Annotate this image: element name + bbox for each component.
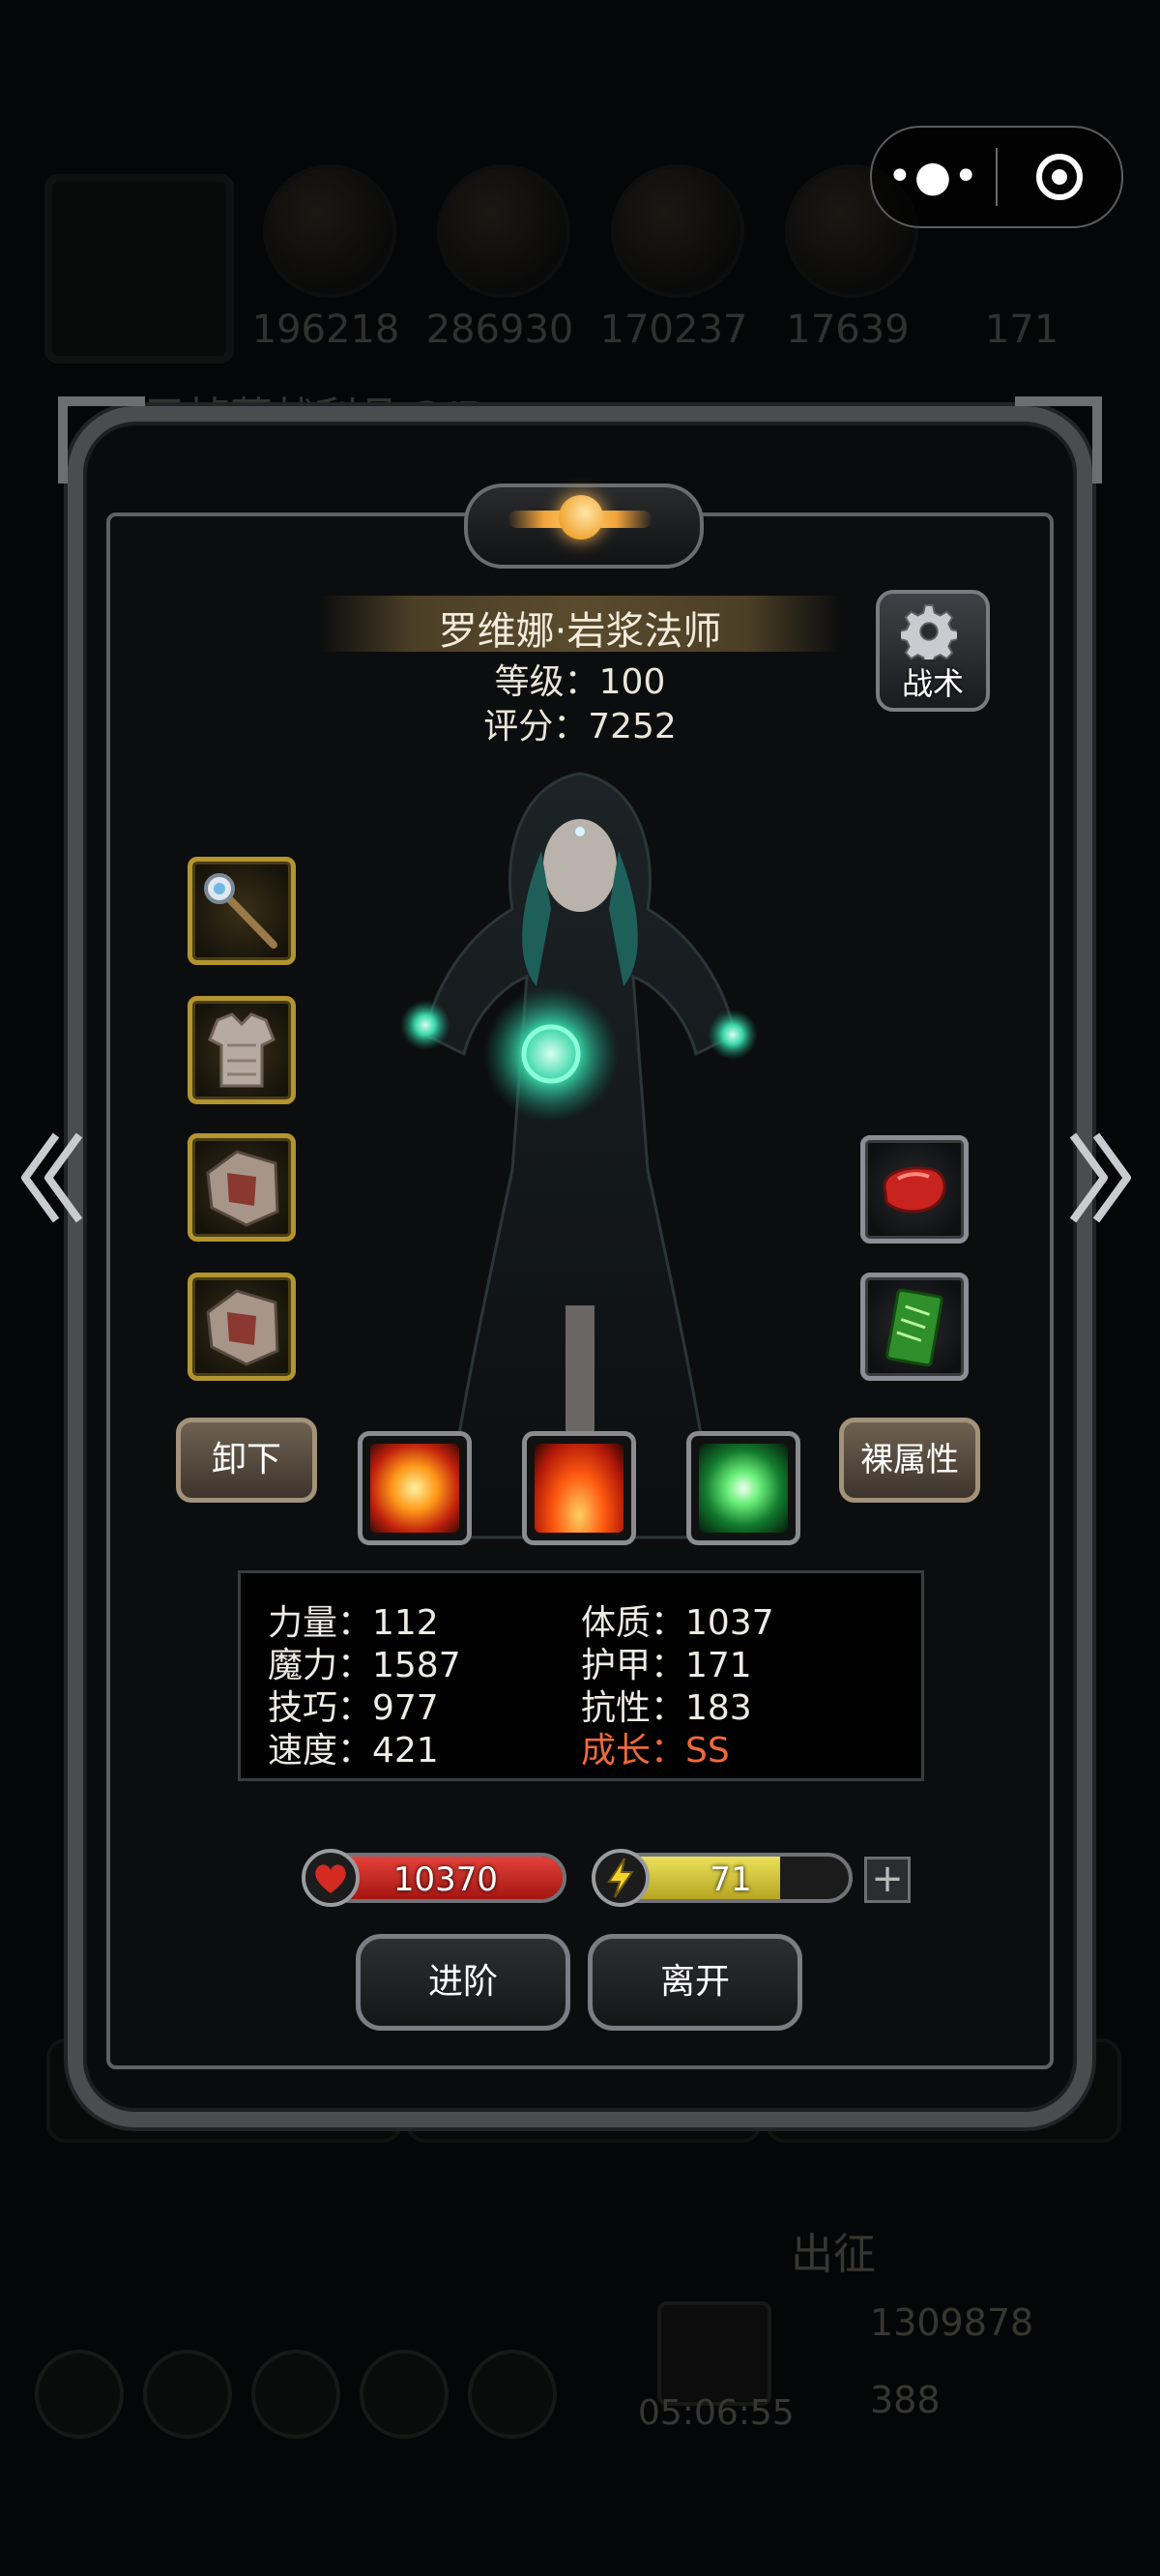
tactics-button[interactable]: 战术 <box>876 590 990 712</box>
skill-slot-2[interactable] <box>522 1431 636 1545</box>
bg-menu-icon <box>468 2350 557 2439</box>
equip-slot-shoulder-right[interactable] <box>188 1273 296 1381</box>
bg-timer: 05:06:55 <box>638 2393 795 2433</box>
bg-gem-value: 388 <box>870 2379 941 2421</box>
stat-growth: 成长：SS <box>581 1731 730 1771</box>
heart-icon <box>302 1849 360 1907</box>
red-gem-icon <box>883 1166 946 1214</box>
green-tablet-icon <box>885 1288 943 1367</box>
hero-score: 评分：7252 <box>483 707 677 746</box>
equip-slot-shoulder-left[interactable] <box>188 1133 296 1242</box>
hp-value: 10370 <box>392 1860 499 1899</box>
bg-menu-icon <box>35 2350 124 2439</box>
hero-level: 等级：100 <box>494 662 666 702</box>
bg-gold-value: 1309878 <box>870 2301 1034 2344</box>
tactics-label: 战术 <box>901 665 964 702</box>
stat-speed: 速度：421 <box>268 1731 439 1771</box>
leave-button[interactable]: 离开 <box>588 1934 802 2031</box>
unequip-button[interactable]: 卸下 <box>176 1418 317 1503</box>
stats-panel: 力量：112 魔力：1587 技巧：977 速度：421 体质：1037 护甲：… <box>238 1570 924 1781</box>
hero-name: 罗维娜·岩浆法师 <box>438 609 722 654</box>
bg-resource-icon <box>437 164 570 298</box>
green-energy-icon <box>699 1444 788 1533</box>
more-dots-icon[interactable]: •●• <box>872 156 996 198</box>
target-circle-icon <box>1036 154 1083 200</box>
frame-ornament <box>1015 396 1102 483</box>
bg-resource-value: 286930 <box>425 307 574 352</box>
bg-avatar <box>44 174 234 364</box>
bg-resource-value: 171 <box>984 307 1059 352</box>
bg-resource-value: 17639 <box>786 307 910 352</box>
advance-button[interactable]: 进阶 <box>356 1934 570 2031</box>
fire-burst-icon <box>370 1444 459 1533</box>
add-energy-button[interactable]: + <box>864 1857 911 1903</box>
bg-deploy-label: 出征 <box>791 2230 876 2279</box>
miniprogram-capsule: •●• <box>870 126 1123 228</box>
close-miniprogram-button[interactable] <box>998 154 1121 200</box>
bg-resource-value: 196218 <box>251 307 400 352</box>
bg-menu-icon <box>360 2350 449 2439</box>
next-hero-arrow-icon[interactable] <box>1067 1129 1135 1226</box>
equip-slot-gem[interactable] <box>860 1135 969 1244</box>
gear-icon <box>901 603 957 659</box>
staff-icon <box>204 873 277 949</box>
base-attributes-button[interactable]: 裸属性 <box>839 1418 980 1503</box>
bg-resource-icon <box>611 164 744 298</box>
bg-menu-icon <box>143 2350 232 2439</box>
equip-slot-tablet[interactable] <box>860 1273 969 1381</box>
frame-ornament <box>58 396 145 483</box>
lightning-icon <box>592 1849 650 1907</box>
bg-resource-value: 170237 <box>599 307 748 352</box>
hp-bar: 10370 <box>325 1853 566 1903</box>
shoulder-armor-icon <box>206 1289 279 1366</box>
equip-slot-weapon[interactable] <box>188 857 296 965</box>
chest-armor-icon <box>208 1012 276 1088</box>
bg-menu-icon <box>251 2350 340 2439</box>
equip-slot-armor[interactable] <box>188 996 296 1104</box>
bg-resource-icon <box>263 164 396 298</box>
flame-icon <box>535 1444 624 1533</box>
shoulder-armor-icon <box>206 1150 279 1227</box>
skill-slot-3[interactable] <box>686 1431 800 1545</box>
moon-icon <box>559 495 603 540</box>
bg-gift-icon <box>657 2301 771 2406</box>
skill-slot-1[interactable] <box>358 1431 472 1545</box>
prev-hero-arrow-icon[interactable] <box>17 1129 85 1226</box>
